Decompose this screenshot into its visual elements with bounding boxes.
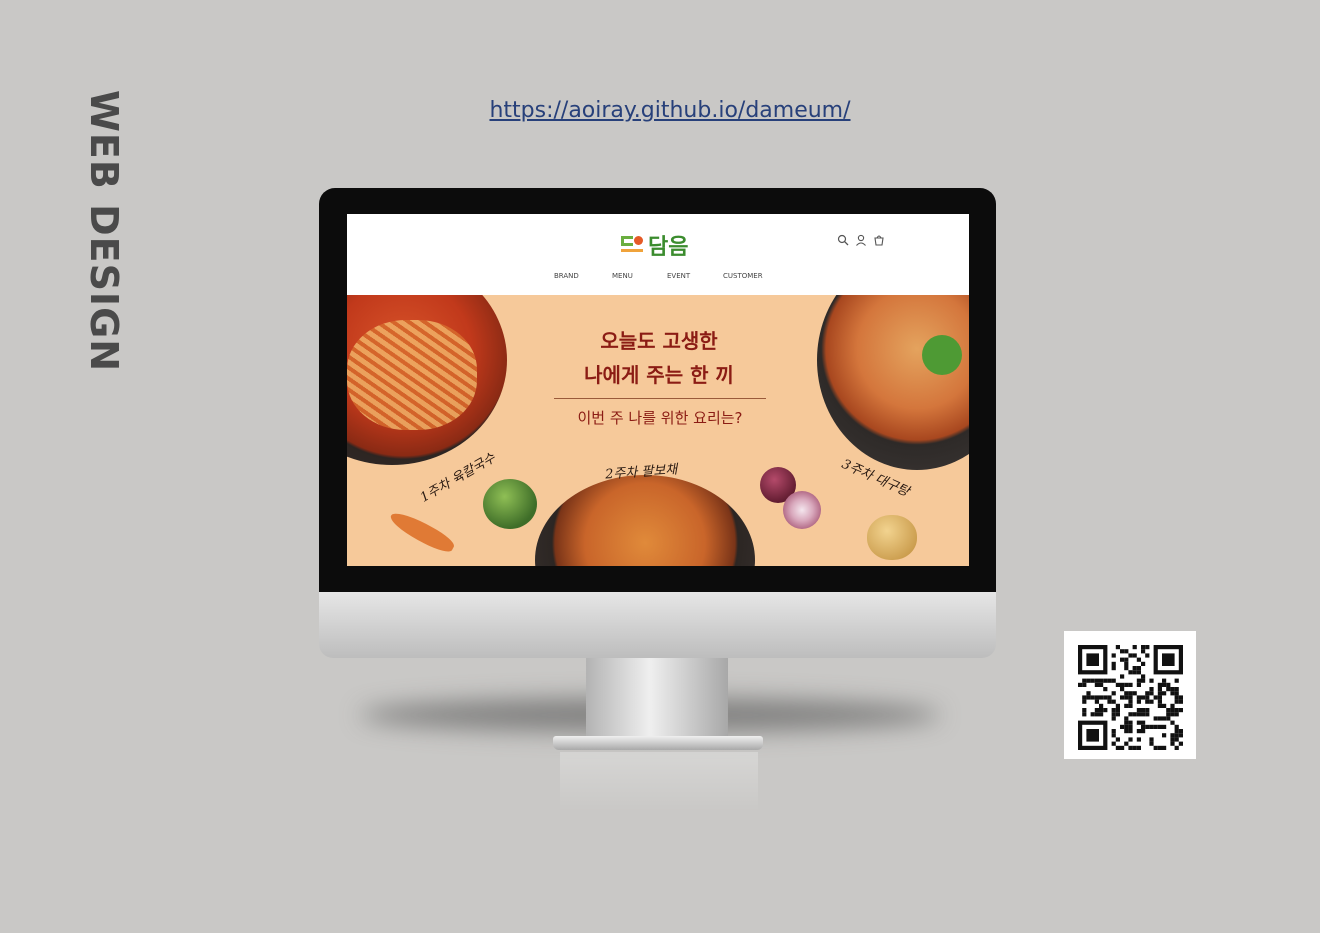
site-logo[interactable]: 담음: [621, 230, 688, 260]
onion-half-image: [783, 491, 821, 529]
qr-code: [1064, 631, 1196, 759]
headline-line-1: 오늘도 고생한: [600, 329, 718, 353]
nav-customer[interactable]: CUSTOMER: [723, 272, 763, 280]
site-header: 담음 BRAND MENU EVENT CUSTOMER: [347, 214, 969, 295]
hero-banner[interactable]: 오늘도 고생한 나에게 주는 한 끼 이번 주 나를 위한 요리는? 1주차 육…: [347, 295, 969, 566]
zucchini-image: [483, 479, 537, 529]
headline-divider: [554, 398, 766, 399]
logo-mark-icon: [621, 233, 645, 257]
qr-code-icon: [1078, 645, 1183, 750]
monitor-chin: [319, 592, 996, 658]
header-icons: [837, 234, 885, 246]
daegutang-bowl-image: [817, 295, 969, 470]
herb-garnish-image: [922, 335, 962, 375]
headline-line-2: 나에게 주는 한 끼: [584, 363, 734, 387]
noodles-image: [347, 320, 477, 430]
nav-event[interactable]: EVENT: [667, 272, 690, 280]
monitor-reflection: [560, 752, 758, 812]
search-icon[interactable]: [837, 234, 849, 246]
nav-menu[interactable]: MENU: [612, 272, 633, 280]
potato-image: [867, 515, 917, 560]
cart-icon[interactable]: [873, 234, 885, 246]
subheadline: 이번 주 나를 위한 요리는?: [577, 409, 743, 427]
user-icon[interactable]: [855, 234, 867, 246]
palbochae-bowl-image: [535, 475, 755, 566]
site-url-link[interactable]: https://aoiray.github.io/dameum/: [0, 98, 1320, 123]
carrot-image: [386, 507, 458, 557]
monitor-screen: 담음 BRAND MENU EVENT CUSTOMER 오늘도 고생한 나에게…: [347, 214, 969, 566]
side-title: WEB DESIGN: [82, 90, 126, 373]
monitor-stand-neck: [586, 658, 728, 740]
nav-brand[interactable]: BRAND: [554, 272, 579, 280]
logo-text: 담음: [648, 235, 689, 260]
monitor-stand-foot: [553, 736, 763, 750]
